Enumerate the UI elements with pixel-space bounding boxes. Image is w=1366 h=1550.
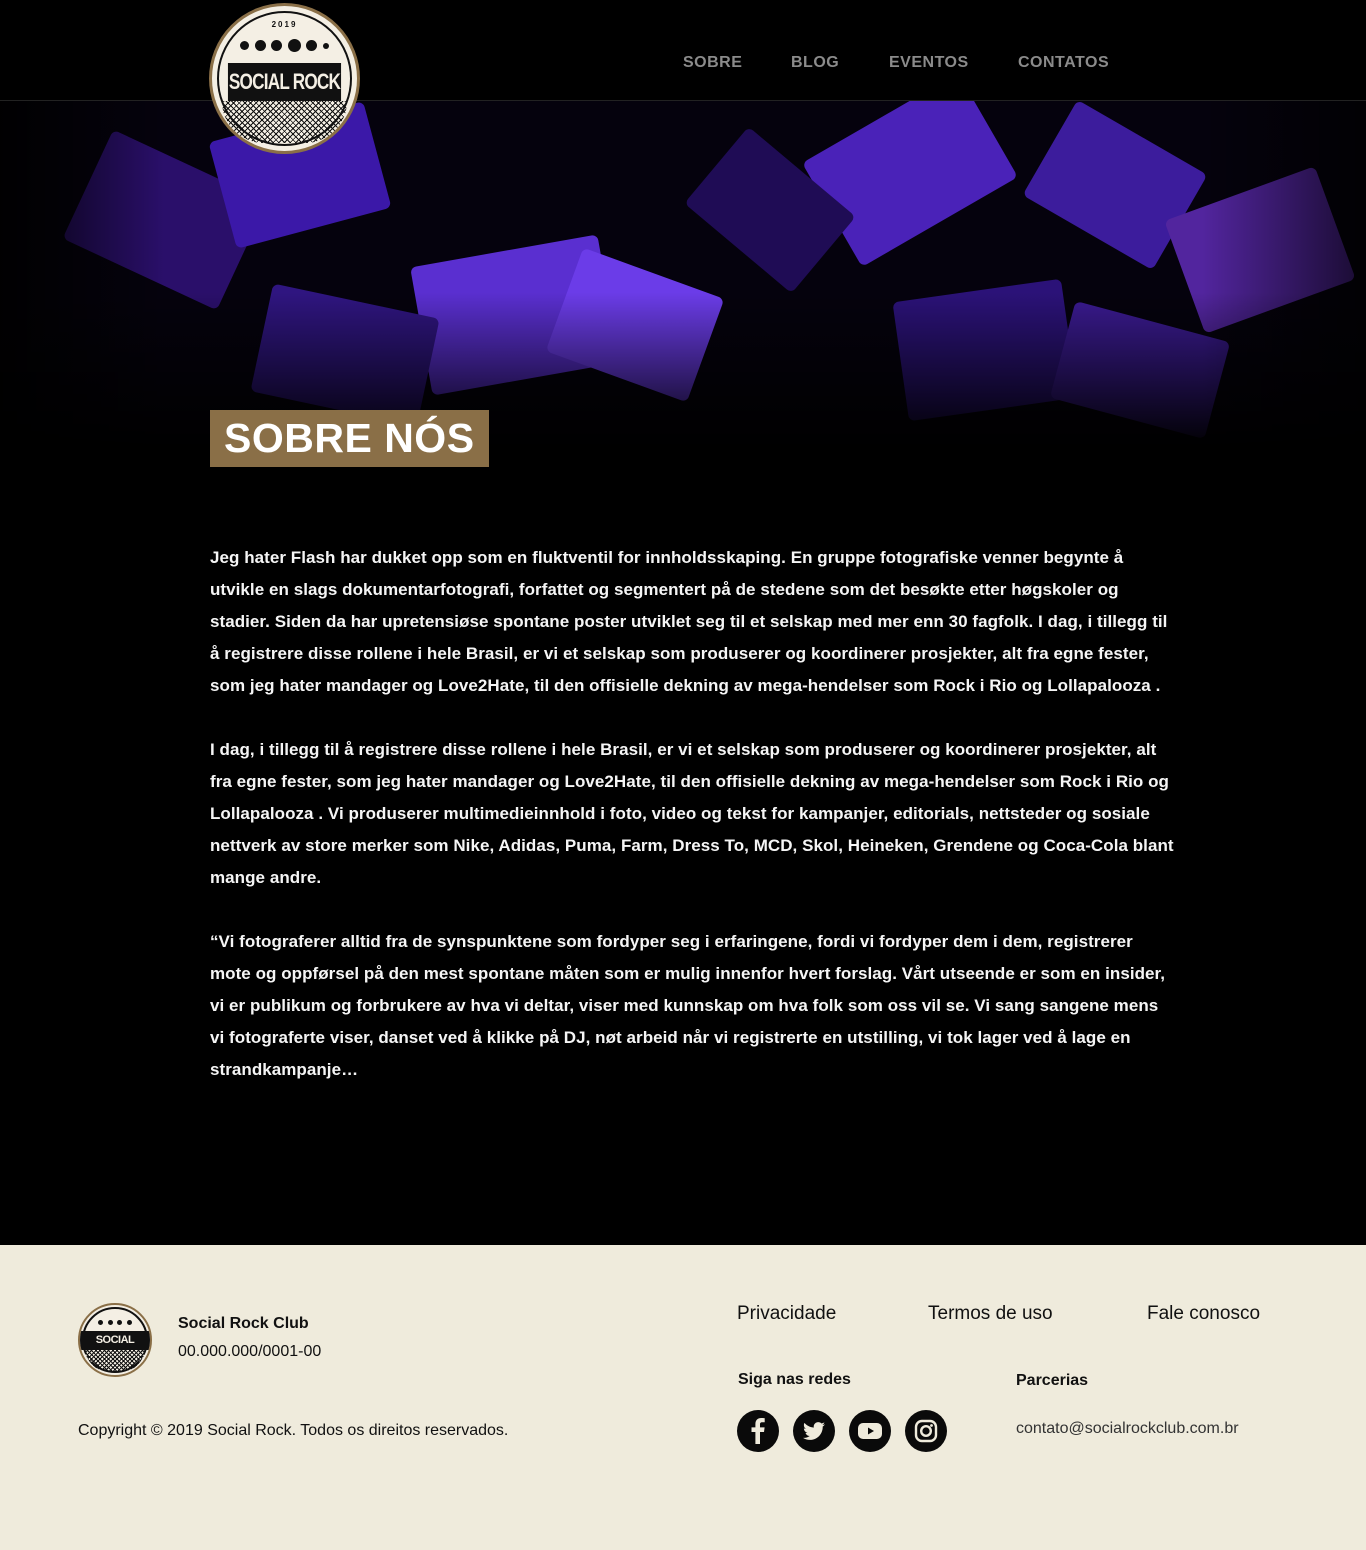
twitter-icon[interactable] [793, 1410, 835, 1452]
social-links [737, 1410, 947, 1452]
logo-year: 2019 [271, 20, 298, 29]
nav-link-eventos[interactable]: EVENTOS [889, 54, 969, 72]
nav-link-sobre[interactable]: SOBRE [683, 54, 742, 72]
footer-logo-wordmark: SOCIAL ROCK CLUB [80, 1331, 150, 1365]
instagram-icon[interactable] [905, 1410, 947, 1452]
hero-banner-image [0, 100, 1366, 450]
footer-link-privacidade[interactable]: Privacidade [737, 1303, 836, 1325]
site-header: SOBRE BLOG EVENTOS CONTATOS [0, 0, 1366, 101]
footer-cnpj: 00.000.000/0001-00 [178, 1343, 322, 1360]
logo-knobs [240, 39, 329, 52]
about-paragraph-2: I dag, i tillegg til å registrere disse … [210, 740, 1174, 887]
site-footer: SOCIAL ROCK CLUB Social Rock Club 00.000… [0, 1245, 1366, 1550]
about-paragraph-3: “Vi fotograferer alltid fra de synspunkt… [210, 932, 1166, 1079]
footer-logo[interactable]: SOCIAL ROCK CLUB [78, 1303, 152, 1377]
footer-copyright: Copyright © 2019 Social Rock. Todos os d… [78, 1422, 509, 1439]
nav-link-contatos[interactable]: CONTATOS [1018, 54, 1109, 72]
nav-link-blog[interactable]: BLOG [791, 54, 839, 72]
logo-grill-pattern [222, 101, 347, 143]
youtube-icon[interactable] [849, 1410, 891, 1452]
partners-email-link[interactable]: contato@socialrockclub.com.br [1016, 1420, 1239, 1438]
about-paragraph-1: Jeg hater Flash har dukket opp som en fl… [210, 548, 1168, 695]
site-logo[interactable]: 2019 SOCIAL ROCK CLUB [209, 3, 360, 154]
footer-company-name: Social Rock Club [178, 1315, 309, 1332]
facebook-icon[interactable] [737, 1410, 779, 1452]
about-content: Jeg hater Flash har dukket opp som en fl… [210, 542, 1175, 1118]
partners-heading: Parcerias [1016, 1372, 1089, 1389]
social-heading: Siga nas redes [738, 1371, 851, 1388]
page-title: SOBRE NÓS [210, 410, 489, 467]
logo-wordmark: SOCIAL ROCK CLUB [227, 63, 342, 132]
footer-link-termos[interactable]: Termos de uso [928, 1303, 1053, 1325]
footer-link-fale-conosco[interactable]: Fale conosco [1147, 1303, 1260, 1325]
